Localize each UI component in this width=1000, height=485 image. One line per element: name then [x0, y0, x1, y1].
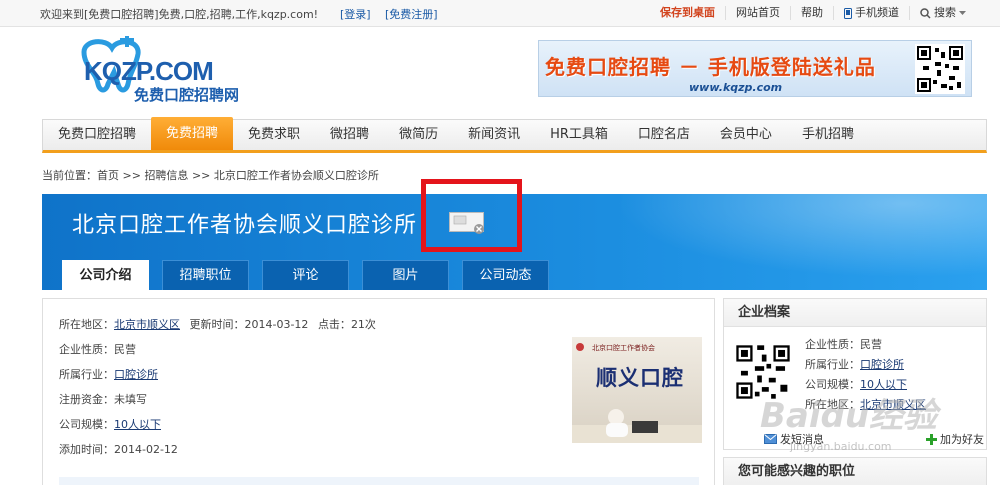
- nav-item[interactable]: HR工具箱: [535, 120, 623, 150]
- region-link[interactable]: 北京市顺义区: [114, 318, 180, 331]
- profile-industry-link[interactable]: 口腔诊所: [860, 358, 904, 371]
- info-row-capital: 注册资金：未填写: [59, 392, 376, 417]
- logo-brand: KQZP.COM: [84, 56, 214, 86]
- mobile-channel-link[interactable]: 手机频道: [833, 6, 909, 20]
- reception-desk-shape: [572, 343, 702, 443]
- welcome-text: 欢迎来到[免费口腔招聘]免费,口腔,招聘,工作,kqzp.com!: [40, 8, 319, 21]
- capital-value: 未填写: [114, 393, 147, 406]
- nav-item[interactable]: 新闻资讯: [453, 120, 535, 150]
- profile-nature-value: 民营: [860, 338, 882, 351]
- banner-url: www.kqzp.com: [689, 81, 783, 94]
- breadcrumb-section[interactable]: 招聘信息: [144, 169, 188, 182]
- highlight-annotation: [421, 179, 522, 252]
- breadcrumb-home[interactable]: 首页: [97, 169, 119, 182]
- related-jobs-panel: 您可能感兴趣的职位: [723, 457, 987, 485]
- login-link[interactable]: [登录]: [340, 6, 371, 22]
- add-friend-label: 加为好友: [940, 433, 984, 446]
- site-home-link[interactable]: 网站首页: [725, 6, 790, 20]
- nav-item[interactable]: 免费招聘: [151, 117, 234, 150]
- nav-item[interactable]: 免费求职: [233, 120, 315, 150]
- clicks-value: 21次: [350, 318, 376, 331]
- company-tab[interactable]: 评论: [262, 260, 349, 290]
- company-tab[interactable]: 图片: [362, 260, 449, 290]
- profile-title: 企业档案: [724, 299, 986, 327]
- watermark-url: jingyan.baidu.com: [790, 440, 892, 453]
- search-icon: [920, 7, 931, 19]
- update-label: 更新时间：: [189, 318, 245, 331]
- clicks-label: 点击：: [317, 318, 351, 331]
- search-label: 搜索: [934, 6, 956, 19]
- nav-item[interactable]: 口腔名店: [623, 120, 705, 150]
- nav-item[interactable]: 微简历: [384, 120, 453, 150]
- company-name: 北京口腔工作者协会顺义口腔诊所: [72, 213, 418, 238]
- site-logo[interactable]: KQZP.COM 免费口腔招聘网: [76, 33, 276, 106]
- profile-row-nature: 企业性质：民营: [805, 337, 926, 357]
- size-link[interactable]: 10人以下: [114, 418, 161, 431]
- mobile-promo-banner[interactable]: 免费口腔招聘 － 手机版登陆送礼品 www.kqzp.com: [538, 40, 972, 97]
- main-nav: 免费口腔招聘 免费招聘 免费求职 微招聘 微简历 新闻资讯 HR工具箱 口腔名店 会员中心 手机招…: [42, 117, 987, 153]
- profile-row-industry: 所属行业：口腔诊所: [805, 357, 926, 377]
- industry-label: 所属行业：: [59, 368, 114, 381]
- breadcrumb: 当前位置：首页 >> 招聘信息 >> 北京口腔工作者协会顺义口腔诊所: [42, 167, 379, 183]
- search-link[interactable]: 搜索: [909, 6, 976, 20]
- top-links: 保存到桌面 网站首页 帮助 手机频道 搜索: [650, 0, 976, 26]
- nav-item[interactable]: 会员中心: [705, 120, 787, 150]
- breadcrumb-separator: >>: [122, 169, 145, 182]
- content-strip: [59, 477, 699, 485]
- save-desktop-link[interactable]: 保存到桌面: [650, 6, 725, 20]
- register-link[interactable]: [免费注册]: [385, 6, 438, 22]
- logo-tagline: 免费口腔招聘网: [134, 86, 240, 104]
- nature-value: 民营: [114, 343, 136, 356]
- nature-label: 企业性质：: [59, 343, 114, 356]
- info-row-region: 所在地区：北京市顺义区 更新时间：2014-03-12 点击：21次: [59, 317, 376, 342]
- banner-text: 免费口腔招聘 － 手机版登陆送礼品: [545, 55, 876, 79]
- info-row-industry: 所属行业：口腔诊所: [59, 367, 376, 392]
- help-link[interactable]: 帮助: [790, 6, 833, 20]
- top-bar: 欢迎来到[免费口腔招聘]免费,口腔,招聘,工作,kqzp.com! [登录] […: [0, 0, 1000, 27]
- nav-item[interactable]: 免费口腔招聘: [43, 120, 151, 150]
- company-info: 所在地区：北京市顺义区 更新时间：2014-03-12 点击：21次 企业性质：…: [59, 317, 376, 467]
- company-tab[interactable]: 公司介绍: [62, 260, 149, 290]
- breadcrumb-separator: >>: [191, 169, 214, 182]
- added-value: 2014-02-12: [114, 443, 178, 456]
- size-label: 公司规模：: [59, 418, 114, 431]
- industry-link[interactable]: 口腔诊所: [114, 368, 158, 381]
- breadcrumb-current: 北京口腔工作者协会顺义口腔诊所: [213, 169, 379, 182]
- update-value: 2014-03-12: [244, 318, 309, 331]
- caret-down-icon: [959, 10, 966, 15]
- profile-nature-label: 企业性质：: [805, 338, 860, 351]
- company-intro-panel: 所在地区：北京市顺义区 更新时间：2014-03-12 点击：21次 企业性质：…: [42, 298, 715, 485]
- region-label: 所在地区：: [59, 318, 114, 331]
- nav-item[interactable]: 微招聘: [315, 120, 384, 150]
- company-tab[interactable]: 公司动态: [462, 260, 549, 290]
- info-row-size: 公司规模：10人以下: [59, 417, 376, 442]
- profile-industry-label: 所属行业：: [805, 358, 860, 371]
- added-label: 添加时间：: [59, 443, 114, 456]
- info-row-nature: 企业性质：民营: [59, 342, 376, 367]
- related-jobs-title: 您可能感兴趣的职位: [738, 464, 856, 479]
- mobile-phone-icon: [844, 7, 852, 19]
- company-tabs: 公司介绍 招聘职位 评论 图片 公司动态: [62, 260, 549, 290]
- nav-item[interactable]: 手机招聘: [787, 120, 869, 150]
- qr-code-icon: [915, 44, 965, 94]
- info-row-added: 添加时间：2014-02-12: [59, 442, 376, 467]
- company-tab[interactable]: 招聘职位: [162, 260, 249, 290]
- capital-label: 注册资金：: [59, 393, 114, 406]
- mobile-channel-label: 手机频道: [855, 6, 899, 19]
- clinic-photo[interactable]: 北京口腔工作者协会 顺义口腔: [572, 337, 702, 443]
- breadcrumb-prefix: 当前位置：: [42, 169, 97, 182]
- banner-decoration: [567, 194, 987, 290]
- watermark-logo: Baidu经验: [760, 396, 938, 436]
